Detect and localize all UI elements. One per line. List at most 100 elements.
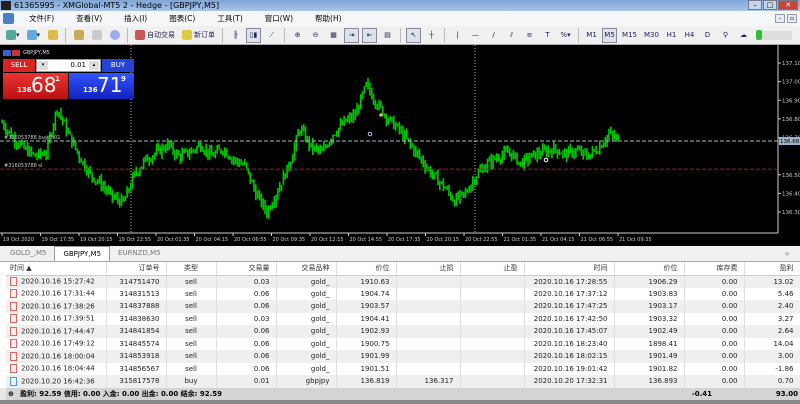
fibonacci-icon[interactable]: ≡ bbox=[522, 28, 537, 43]
table-row[interactable]: 2020.10.16 17:38:26 314837888 sell 0.06 gold… bbox=[6, 300, 800, 313]
cursor-icon[interactable]: ↖ bbox=[406, 27, 422, 43]
cell-profit: 3.00 bbox=[744, 350, 800, 363]
menu-file[interactable]: 文件(F) bbox=[18, 13, 65, 24]
column-header-profit[interactable]: 盈利 bbox=[744, 262, 800, 276]
navigator-icon[interactable] bbox=[71, 28, 86, 43]
tf-h4[interactable]: H4 bbox=[682, 28, 697, 43]
tile-windows-icon[interactable]: ▦ bbox=[326, 28, 341, 43]
cell-swap: 0.00 bbox=[684, 312, 745, 325]
new-order-button[interactable]: 新订单 bbox=[180, 28, 217, 43]
tab-gold[interactable]: GOLD_,M5 bbox=[2, 246, 54, 261]
profiles-icon[interactable]: ▾ bbox=[25, 28, 43, 43]
table-row[interactable]: 2020.10.20 16:42:36 315817578 buy 0.01 gbpjp… bbox=[6, 375, 800, 388]
tf-d[interactable]: D bbox=[700, 28, 715, 43]
column-header-symbol[interactable]: 交易品种 bbox=[276, 262, 337, 276]
horizontal-line-icon[interactable]: — bbox=[468, 28, 483, 43]
trendline-icon[interactable]: / bbox=[486, 28, 501, 43]
time-label: 20 Oct 01:35 bbox=[157, 237, 190, 243]
tf-m1[interactable]: M1 bbox=[584, 28, 599, 43]
new-chart-icon[interactable]: ▾ bbox=[4, 28, 22, 43]
close-button[interactable]: ✕ bbox=[778, 0, 798, 10]
column-header-close-time[interactable]: 时间 bbox=[524, 262, 615, 276]
table-row[interactable]: 2020.10.16 18:04:44 314856567 sell 0.06 gold… bbox=[6, 362, 800, 375]
cell-order: 314751470 bbox=[106, 275, 167, 288]
tf-m30[interactable]: M30 bbox=[642, 28, 661, 43]
cell-stop-loss bbox=[396, 350, 461, 363]
toolbar: ▾ ▾ 自动交易 新订单 ╟ ▯▮ ⟋ ⊕ ⊖ ▦ ⇥ ⇤ ▤ ↖ ┼ | — … bbox=[0, 26, 800, 45]
lot-increase-button[interactable]: ▴ bbox=[89, 61, 99, 70]
cell-stop-loss bbox=[396, 300, 461, 313]
mdi-restore-button[interactable]: ▫ bbox=[787, 14, 797, 23]
menu-help[interactable]: 帮助(H) bbox=[304, 13, 353, 24]
tab-gbpjpy[interactable]: GBPJPY,M5 bbox=[54, 246, 111, 261]
column-header-open-time[interactable]: 时间 ▲ bbox=[6, 262, 107, 276]
market-watch-icon[interactable] bbox=[45, 28, 60, 43]
table-row[interactable]: 2020.10.16 17:31:44 314831513 sell 0.06 gold… bbox=[6, 287, 800, 300]
signals-icon[interactable] bbox=[107, 28, 122, 43]
table-row[interactable]: 2020.10.16 17:44:47 314841854 sell 0.06 gold… bbox=[6, 325, 800, 338]
menu-insert[interactable]: 插入(I) bbox=[113, 13, 158, 24]
vertical-line-icon[interactable]: | bbox=[450, 28, 465, 43]
cell-close-price: 136.893 bbox=[614, 375, 685, 388]
menu-tools[interactable]: 工具(T) bbox=[206, 13, 253, 24]
table-row[interactable]: 2020.10.16 15:27:42 314751470 sell 0.03 gold… bbox=[6, 275, 800, 288]
mdi-minimize-button[interactable]: - bbox=[775, 14, 785, 23]
search-icon[interactable]: ⚲ bbox=[718, 28, 733, 43]
ask-price[interactable]: 136 71 9 bbox=[69, 73, 134, 99]
channel-icon[interactable]: ⫽ bbox=[504, 28, 519, 43]
maximize-button[interactable]: □ bbox=[763, 0, 777, 10]
sell-button[interactable]: SELL bbox=[3, 59, 35, 72]
line-chart-icon[interactable]: ⟋ bbox=[264, 28, 279, 43]
column-header-volume[interactable]: 交易量 bbox=[216, 262, 277, 276]
table-row[interactable]: 2020.10.16 17:49:12 314845574 sell 0.06 gold… bbox=[6, 337, 800, 350]
bid-price[interactable]: 136 68 1 bbox=[3, 73, 68, 99]
cell-take-profit bbox=[460, 312, 525, 325]
price-chart[interactable]: #316053788 buy 0.01 #316053788 sl 137.100 1… bbox=[0, 45, 800, 246]
summary-expand-icon[interactable]: ⊕ bbox=[8, 388, 14, 400]
column-header-swap[interactable]: 库存费 bbox=[684, 262, 745, 276]
lot-decrease-button[interactable]: ▾ bbox=[38, 61, 48, 70]
menu-charts[interactable]: 图表(C) bbox=[158, 13, 206, 24]
minimize-button[interactable]: – bbox=[748, 0, 762, 10]
tf-h1[interactable]: H1 bbox=[664, 28, 679, 43]
cell-close-time: 2020.10.16 17:45:07 bbox=[524, 325, 615, 338]
column-header-close-price[interactable]: 价位 bbox=[614, 262, 685, 276]
deal-icon bbox=[10, 289, 17, 299]
add-tab-icon[interactable]: + bbox=[784, 250, 790, 258]
time-label: 21 Oct 01:35 bbox=[504, 237, 537, 243]
cell-symbol: gold_ bbox=[276, 312, 337, 325]
account-icon[interactable] bbox=[89, 28, 104, 43]
column-header-open-price[interactable]: 价位 bbox=[336, 262, 397, 276]
indicators-icon[interactable]: ▤ bbox=[380, 28, 395, 43]
time-label: 19 Oct 22:55 bbox=[119, 237, 152, 243]
chat-icon[interactable]: ☁ bbox=[736, 28, 751, 43]
shapes-icon[interactable]: %▾ bbox=[558, 28, 573, 43]
table-row[interactable]: 2020.10.16 18:00:04 314853918 sell 0.06 gold… bbox=[6, 350, 800, 363]
lot-size-input[interactable]: ▾ 0.01 ▴ bbox=[36, 59, 101, 72]
tab-eurnzd[interactable]: EURNZD,M5 bbox=[110, 246, 169, 261]
table-row[interactable]: 2020.10.16 17:39:51 314838630 sell 0.03 gold… bbox=[6, 312, 800, 325]
column-header-stop-loss[interactable]: 止损 bbox=[396, 262, 461, 276]
column-header-take-profit[interactable]: 止盈 bbox=[460, 262, 525, 276]
menu-view[interactable]: 查看(V) bbox=[65, 13, 113, 24]
cell-type: sell bbox=[166, 275, 217, 288]
cell-volume: 0.01 bbox=[216, 375, 277, 388]
column-header-type[interactable]: 类型 bbox=[166, 262, 217, 276]
status-bar bbox=[0, 400, 800, 404]
cell-type: sell bbox=[166, 350, 217, 363]
candlestick-icon[interactable]: ▯▮ bbox=[246, 27, 262, 43]
auto-scroll-icon[interactable]: ⇥ bbox=[344, 27, 360, 43]
crosshair-icon[interactable]: ┼ bbox=[424, 28, 439, 43]
tf-m15[interactable]: M15 bbox=[620, 28, 639, 43]
zoom-out-icon[interactable]: ⊖ bbox=[308, 28, 323, 43]
bar-chart-icon[interactable]: ╟ bbox=[228, 28, 243, 43]
auto-trading-button[interactable]: 自动交易 bbox=[133, 28, 177, 43]
chart-shift-icon[interactable]: ⇤ bbox=[362, 27, 378, 43]
buy-button[interactable]: BUY bbox=[102, 59, 134, 72]
zoom-in-icon[interactable]: ⊕ bbox=[290, 28, 305, 43]
text-icon[interactable]: T bbox=[540, 28, 555, 43]
column-header-order[interactable]: 订单号 bbox=[106, 262, 167, 276]
tf-m5[interactable]: M5 bbox=[602, 27, 618, 43]
cell-open-price: 1903.57 bbox=[336, 300, 397, 313]
menu-window[interactable]: 窗口(W) bbox=[254, 13, 304, 24]
